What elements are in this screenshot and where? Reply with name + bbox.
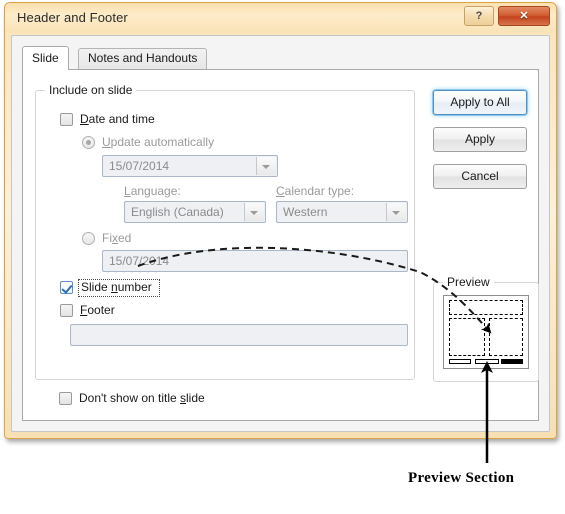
- chevron-down-icon[interactable]: [386, 203, 406, 221]
- update-automatically-radio[interactable]: [82, 136, 95, 149]
- slide-number-label: Slide number: [81, 280, 152, 294]
- apply-to-all-button[interactable]: Apply to All: [433, 90, 527, 115]
- close-icon-button[interactable]: ✕: [498, 6, 550, 26]
- tab-slide[interactable]: Slide: [22, 46, 69, 70]
- date-format-dropdown[interactable]: 15/07/2014: [102, 155, 278, 177]
- fixed-radio[interactable]: [82, 232, 95, 245]
- date-bar: [449, 359, 471, 364]
- calendar-type-dropdown[interactable]: Western: [276, 201, 408, 223]
- apply-label: Apply: [464, 132, 496, 146]
- help-icon-button[interactable]: ?: [464, 6, 494, 26]
- footer-text-input[interactable]: [70, 324, 408, 346]
- preview-group: Preview: [433, 275, 539, 382]
- cancel-button[interactable]: Cancel: [433, 164, 527, 189]
- fixed-label: Fixed: [102, 231, 132, 245]
- slide-number-checkbox[interactable]: [60, 281, 73, 294]
- footer-bar: [475, 359, 499, 364]
- content-left-placeholder: [449, 318, 485, 356]
- window-title: Header and Footer: [17, 10, 128, 25]
- preview-thumbnail: [443, 295, 529, 369]
- include-on-slide-label: Include on slide: [45, 83, 137, 97]
- chevron-down-icon[interactable]: [244, 203, 264, 221]
- dont-show-on-title-slide-checkbox[interactable]: [59, 392, 72, 405]
- update-automatically-label: Update automatically: [102, 135, 215, 149]
- tab-strip: Slide Notes and Handouts: [22, 46, 539, 70]
- title-bar[interactable]: Header and Footer ? ✕: [5, 3, 556, 33]
- date-and-time-label: Date and time: [80, 112, 155, 126]
- calendar-type-label: Calendar type:: [276, 184, 355, 198]
- fixed-date-input[interactable]: 15/07/2014: [102, 250, 408, 272]
- apply-to-all-label: Apply to All: [450, 95, 510, 109]
- language-dropdown[interactable]: English (Canada): [124, 201, 266, 223]
- fixed-date-value: 15/07/2014: [109, 254, 170, 268]
- cancel-label: Cancel: [461, 169, 499, 183]
- preview-section-annotation-label: Preview Section: [408, 470, 515, 486]
- chevron-down-icon[interactable]: [256, 157, 276, 175]
- language-value: English (Canada): [131, 205, 224, 219]
- apply-button[interactable]: Apply: [433, 127, 527, 152]
- date-and-time-checkbox[interactable]: [60, 113, 73, 126]
- slide-number-bar: [501, 359, 523, 364]
- tab-panel-slide: Include on slide Date and time Update au…: [22, 69, 539, 421]
- dialog-client-area: Slide Notes and Handouts Include on slid…: [11, 35, 550, 432]
- include-on-slide-group: Include on slide Date and time Update au…: [35, 83, 415, 380]
- calendar-type-value: Western: [283, 205, 328, 219]
- footer-checkbox[interactable]: [60, 304, 73, 317]
- content-right-placeholder: [489, 318, 523, 356]
- date-format-value: 15/07/2014: [109, 159, 170, 173]
- preview-label: Preview: [443, 275, 494, 289]
- dont-show-on-title-slide-label: Don't show on title slide: [79, 391, 205, 405]
- footer-label: Footer: [80, 303, 115, 317]
- language-label: Language:: [124, 184, 181, 198]
- title-placeholder: [449, 300, 523, 315]
- tab-notes-and-handouts[interactable]: Notes and Handouts: [78, 48, 208, 69]
- header-and-footer-dialog: Header and Footer ? ✕ Slide Notes and Ha…: [4, 2, 557, 439]
